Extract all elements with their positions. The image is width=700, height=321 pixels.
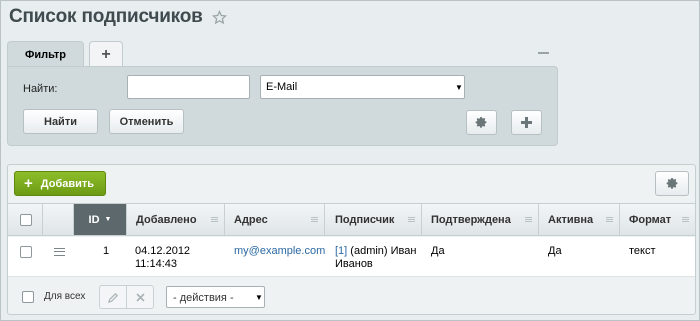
column-menu-icon bbox=[525, 217, 532, 222]
find-label: Найти: bbox=[23, 83, 58, 95]
gear-icon bbox=[475, 117, 487, 128]
column-header-added[interactable]: Добавлено bbox=[126, 204, 224, 235]
column-header-address[interactable]: Адрес bbox=[224, 204, 324, 235]
find-input[interactable] bbox=[127, 75, 250, 99]
column-menu-icon bbox=[408, 217, 415, 222]
table-header: ID ▼ Добавлено Адрес Подписчик Подтвержд… bbox=[8, 203, 695, 236]
cell-id: 1 bbox=[103, 245, 110, 257]
for-all-label: Для всех bbox=[44, 291, 86, 302]
edit-button[interactable] bbox=[100, 286, 126, 308]
column-header-subscriber[interactable]: Подписчик bbox=[324, 204, 421, 235]
add-button-label: Добавить bbox=[40, 177, 95, 190]
title-row: Список подписчиков bbox=[9, 5, 227, 29]
plus-icon: + bbox=[24, 175, 33, 192]
pencil-icon bbox=[107, 292, 118, 303]
sort-desc-icon: ▼ bbox=[104, 216, 112, 223]
filter-panel: Найти: E-Mail ▼ Найти Отменить bbox=[7, 66, 558, 146]
cell-added-time: 11:14:43 bbox=[135, 258, 178, 270]
list-panel: + Добавить ID ▼ Добавлено Адрес Подписчи… bbox=[7, 164, 696, 315]
table-row[interactable]: 1 04.12.2012 11:14:43 my@example.com [1]… bbox=[8, 237, 695, 277]
row-checkbox[interactable] bbox=[20, 246, 32, 258]
tab-add-filter[interactable]: + bbox=[89, 41, 123, 67]
plus-icon bbox=[521, 117, 532, 128]
row-menu-icon[interactable] bbox=[54, 248, 65, 256]
gear-icon bbox=[666, 178, 677, 189]
column-header-active-label: Активна bbox=[548, 213, 594, 226]
filter-settings-button[interactable] bbox=[466, 110, 497, 135]
subscriber-name-line-1: (admin) Иван bbox=[350, 245, 417, 257]
column-menu-icon bbox=[682, 217, 689, 222]
field-select[interactable]: E-Mail ▼ bbox=[260, 75, 465, 99]
column-header-confirmed[interactable]: Подтверждена bbox=[421, 204, 538, 235]
column-header-subscriber-label: Подписчик bbox=[335, 213, 395, 226]
add-filter-field-button[interactable] bbox=[511, 110, 542, 135]
column-header-format-label: Формат bbox=[629, 213, 672, 226]
dropdown-arrow-icon: ▼ bbox=[455, 82, 463, 92]
filter-tabs: Фильтр + bbox=[7, 41, 123, 67]
column-header-confirmed-label: Подтверждена bbox=[431, 213, 511, 226]
cell-address-link[interactable]: my@example.com bbox=[234, 245, 325, 258]
table-footer: Для всех - действия - ▼ bbox=[8, 278, 695, 314]
close-icon bbox=[135, 292, 145, 302]
find-button[interactable]: Найти bbox=[23, 109, 98, 134]
cell-added: 04.12.2012 11:14:43 bbox=[135, 245, 190, 271]
actions-select-value: - действия - bbox=[173, 292, 234, 304]
column-header-address-label: Адрес bbox=[234, 213, 268, 226]
collapse-filter-icon[interactable] bbox=[538, 52, 549, 54]
cancel-button[interactable]: Отменить bbox=[109, 109, 184, 134]
cell-added-date: 04.12.2012 bbox=[135, 245, 191, 257]
field-select-value: E-Mail bbox=[266, 81, 298, 93]
column-header-format[interactable]: Формат bbox=[619, 204, 695, 235]
column-header-id[interactable]: ID ▼ bbox=[74, 204, 126, 235]
list-settings-button[interactable] bbox=[655, 171, 689, 196]
column-menu-icon bbox=[311, 217, 318, 222]
subscriber-name-line-2: Иванов bbox=[335, 258, 373, 270]
tab-filter[interactable]: Фильтр bbox=[7, 41, 84, 67]
page: Список подписчиков Фильтр + Найти: E-Mai… bbox=[0, 0, 700, 321]
star-icon[interactable] bbox=[211, 9, 227, 25]
cell-format: текст bbox=[629, 245, 656, 257]
subscriber-id-link[interactable]: [1] bbox=[335, 245, 347, 257]
column-header-active[interactable]: Активна bbox=[538, 204, 619, 235]
group-edit-buttons bbox=[99, 285, 154, 309]
column-header-id-label: ID bbox=[88, 213, 100, 226]
column-menu-icon bbox=[211, 217, 218, 222]
cell-subscriber: [1] (admin) Иван Иванов bbox=[335, 245, 416, 271]
add-button[interactable]: + Добавить bbox=[14, 171, 106, 196]
column-menu-icon bbox=[606, 217, 613, 222]
select-all-checkbox[interactable] bbox=[20, 214, 32, 226]
dropdown-arrow-icon: ▼ bbox=[255, 292, 263, 302]
actions-select[interactable]: - действия - ▼ bbox=[166, 286, 265, 308]
cell-confirmed: Да bbox=[431, 245, 445, 257]
page-title: Список подписчиков bbox=[9, 6, 203, 27]
cell-active: Да bbox=[548, 245, 562, 257]
for-all-checkbox[interactable] bbox=[22, 291, 34, 303]
column-header-added-label: Добавлено bbox=[136, 213, 197, 226]
delete-button[interactable] bbox=[126, 286, 153, 308]
